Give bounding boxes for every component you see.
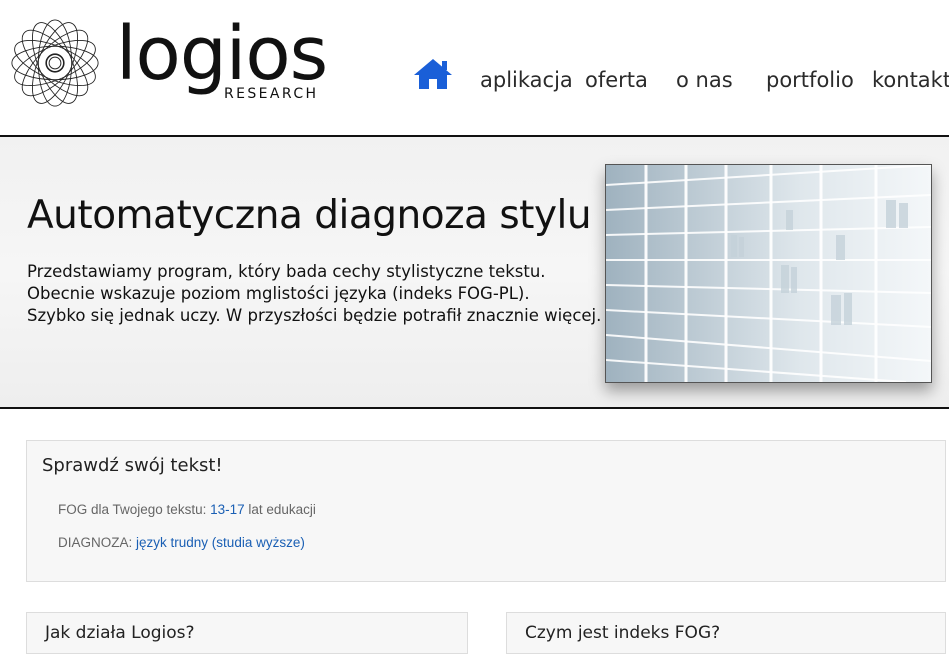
diagnosis-value[interactable]: język trudny (studia wyższe) xyxy=(136,535,305,550)
fog-suffix: lat edukacji xyxy=(248,502,316,517)
hero-title: Automatyczna diagnoza stylu xyxy=(27,193,592,238)
site-header: logios RESEARCH aplikacja oferta o nas p… xyxy=(0,0,949,136)
fog-value[interactable]: 13-17 xyxy=(210,502,245,517)
home-icon[interactable] xyxy=(412,56,454,92)
hero-divider xyxy=(0,407,949,409)
hero-description: Przedstawiamy program, który bada cechy … xyxy=(27,261,601,327)
nav-item-oferta[interactable]: oferta xyxy=(585,68,648,92)
panel-title: Sprawdź swój tekst! xyxy=(42,455,223,476)
diagnosis-result: DIAGNOZA: język trudny (studia wyższe) xyxy=(58,535,305,550)
fog-info-box: Czym jest indeks FOG? xyxy=(506,612,946,654)
hero-line: Przedstawiamy program, który bada cechy … xyxy=(27,262,546,281)
hero-line: Szybko się jednak uczy. W przyszłości bę… xyxy=(27,306,602,325)
nav-item-kontakt[interactable]: kontakt xyxy=(872,68,949,92)
hero-banner: Automatyczna diagnoza stylu Przedstawiam… xyxy=(0,137,949,407)
main-nav: aplikacja oferta o nas portfolio kontakt xyxy=(0,56,949,106)
how-it-works-box: Jak działa Logios? xyxy=(26,612,468,654)
diagnosis-label: DIAGNOZA: xyxy=(58,535,133,550)
fog-result: FOG dla Twojego tekstu: 13-17 lat edukac… xyxy=(58,502,316,517)
fog-label: FOG dla Twojego tekstu: xyxy=(58,502,207,517)
nav-item-o-nas[interactable]: o nas xyxy=(676,68,733,92)
hero-line: Obecnie wskazuje poziom mglistości język… xyxy=(27,284,530,303)
bookshelf-image xyxy=(605,164,932,383)
how-it-works-title: Jak działa Logios? xyxy=(45,623,195,643)
nav-item-portfolio[interactable]: portfolio xyxy=(766,68,854,92)
check-text-panel: Sprawdź swój tekst! FOG dla Twojego teks… xyxy=(26,440,946,582)
fog-info-title: Czym jest indeks FOG? xyxy=(525,623,721,643)
nav-item-aplikacja[interactable]: aplikacja xyxy=(480,68,573,92)
